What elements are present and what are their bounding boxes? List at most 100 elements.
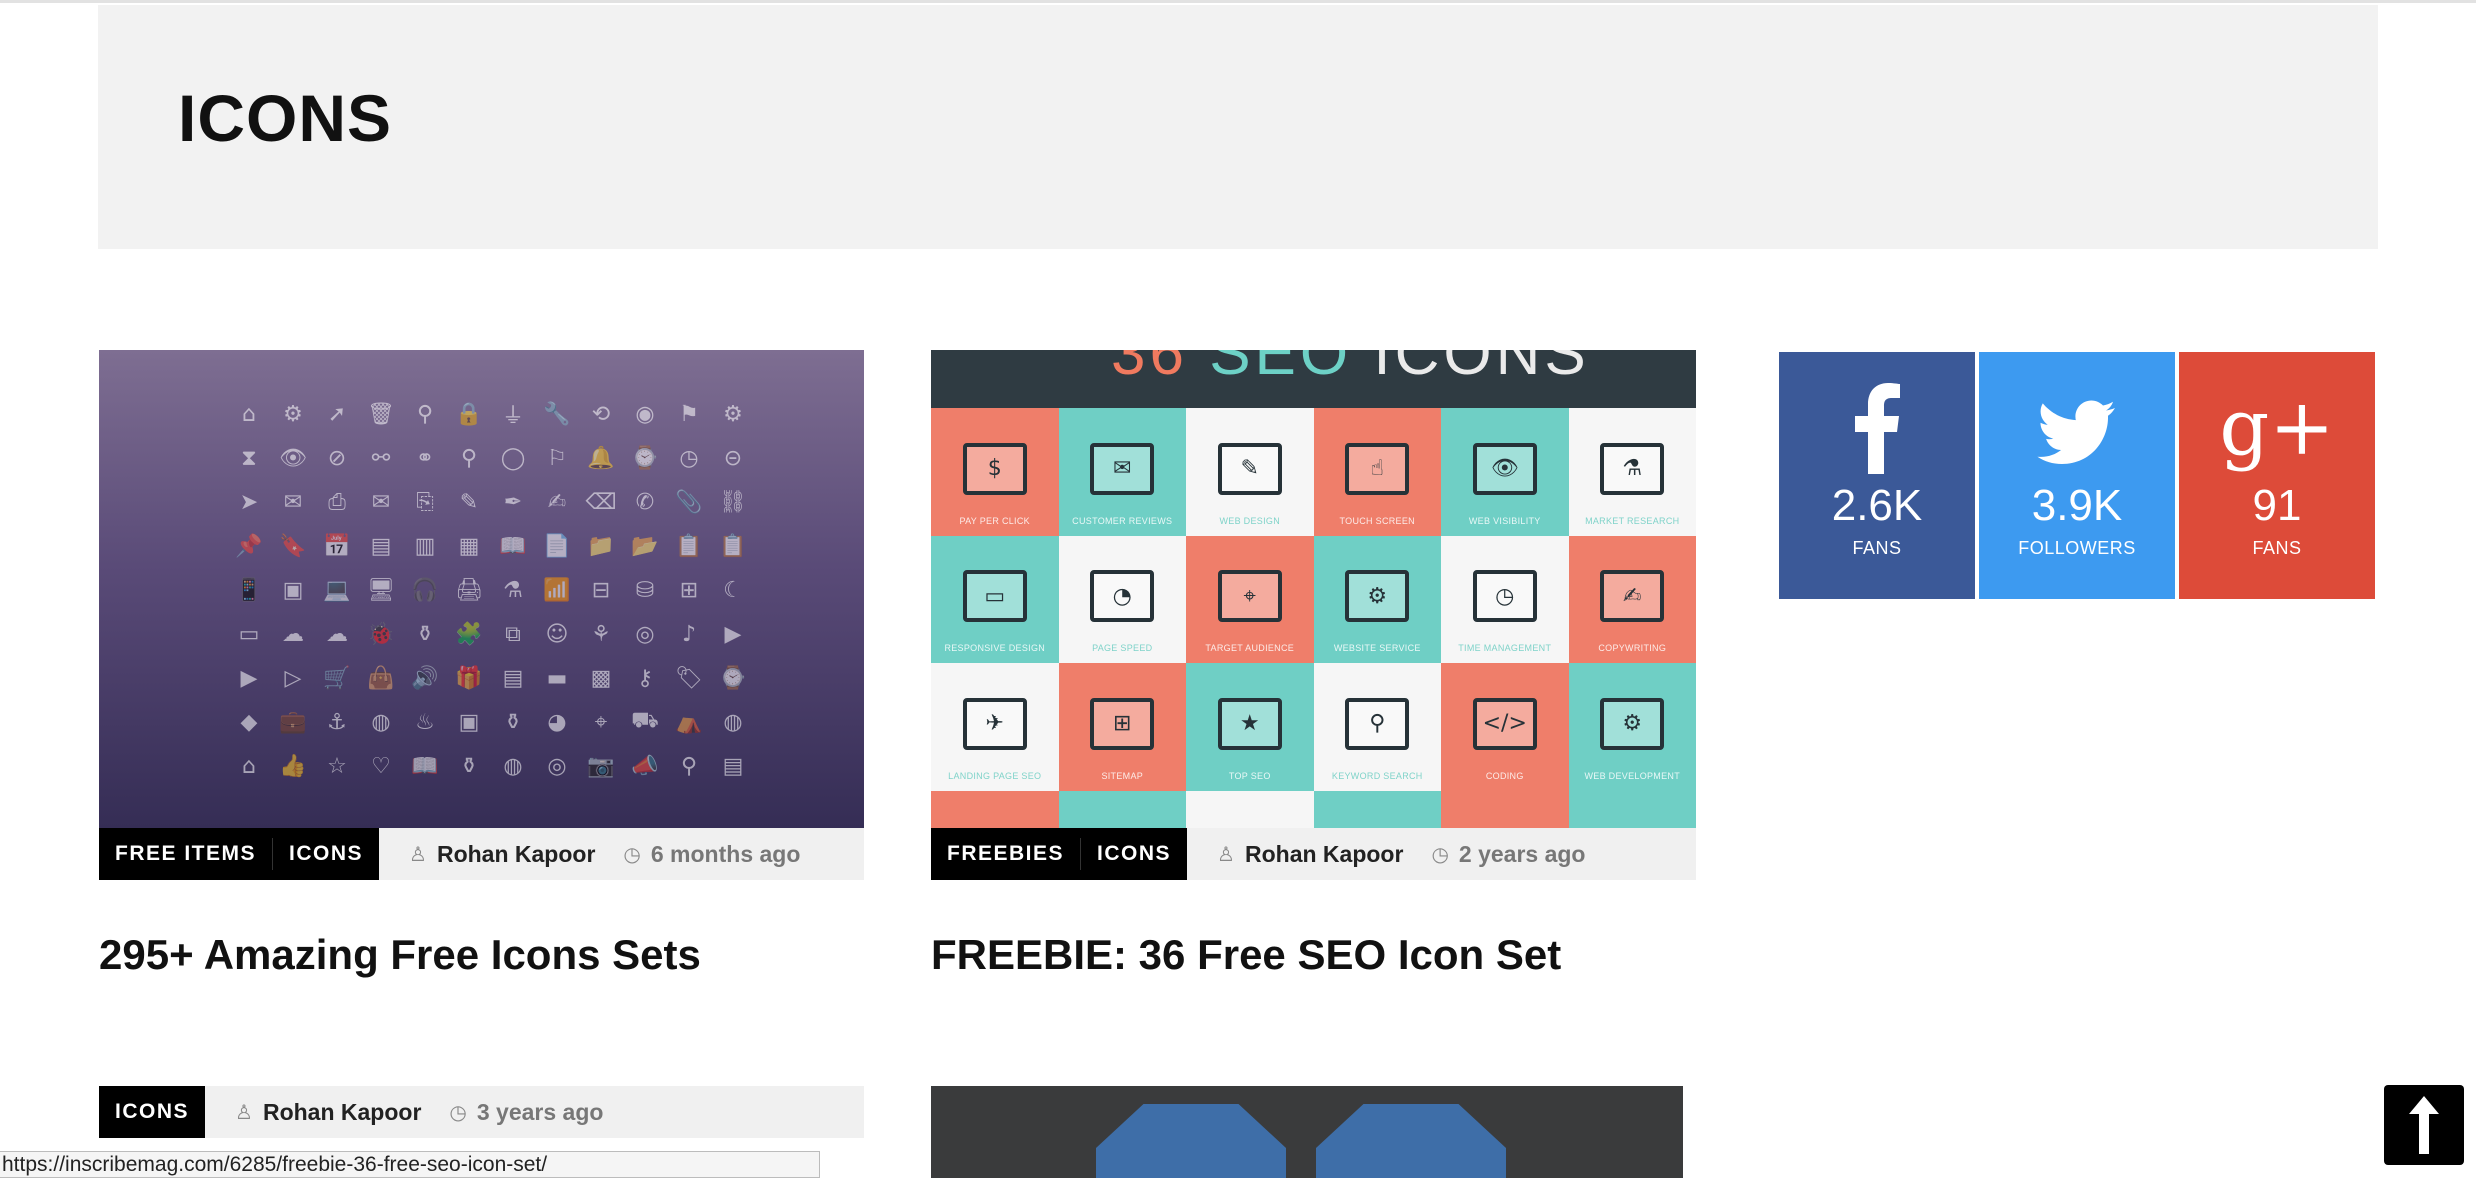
thumbnail-glyph-icon: ◯ [500,445,526,471]
post-thumbnail[interactable]: ⌂ ⚙ ➚ 🗑 ⚲ 🔒 ⏚ 🔧 ⟲ ◉ ⚑ ⚙ ⧗ 👁 ⊘ ⚯ ⚭ ⚲ ◯ ⚐ 🔔 ⌚ ◷ ⊝ ➤ ✉ ⎙ ✉ ⎘ ✎ ✒ ✍ ⌫ ✆ 📎 ⛓ 📌 🔖 📅 ▤… [99,350,864,828]
post-thumbnail[interactable]: 36 SEO ICONS $ Pay per click ✉ Customer rev… [931,350,1696,828]
post-author[interactable]: ♙ Rohan Kapoor [1217,841,1403,868]
thumbnail-glyph-icon: ⚲ [460,445,478,471]
twitter-counter[interactable]: 3.9K FOLLOWERS [1979,352,2175,599]
twitter-icon [2037,382,2117,474]
post-title[interactable]: FREEBIE: 36 Free SEO Icon Set [931,931,1696,978]
seo-tile-label: Page speed [1092,643,1153,653]
tag-freebies[interactable]: FREEBIES [931,828,1081,880]
twitter-count: 3.9K [2031,481,2123,530]
tag-icons[interactable]: ICONS [273,828,380,880]
seo-tile-label: Landing page SEO [948,770,1042,781]
tag-icons[interactable]: ICONS [1081,828,1188,880]
thumbnail-glyph-icon: ⛺ [675,709,703,735]
thumbnail-glyph-icon: ⛟ [631,708,659,733]
post-meta: FREE ITEMS ICONS ♙ Rohan Kapoor ◷ 6 mont… [99,828,864,880]
thumbnail-glyph-icon: ⚑ [679,401,699,427]
thumbnail-glyph-icon: ⌚ [631,445,659,471]
google-plus-counter[interactable]: g+ 91 FANS [2179,352,2375,599]
thumbnail-glyph-icon: ⛁ [635,577,655,603]
seo-tile: ☝ Touch screen [1313,408,1441,536]
seo-tile-icon: ☝ [1345,442,1410,495]
seo-tile: 👁 Web visibility [1441,408,1569,536]
thumbnail-glyph-icon: ✉ [371,489,391,515]
seo-tile-label: Web design [1219,515,1280,526]
tag-icons[interactable]: ICONS [99,1086,206,1138]
banner-number: 36 [1111,350,1188,388]
thumbnail-glyph-icon: 📌 [235,533,263,559]
seo-tile-icon: ✉ [1090,442,1155,495]
thumbnail-glyph-icon: ⊟ [591,577,611,603]
clock-icon: ◷ [1431,842,1449,866]
thumbnail-glyph-icon: ◕ [547,709,567,735]
seo-tile-label: Customer reviews [1072,515,1173,526]
thumbnail-glyph-icon: ◎ [635,621,655,647]
hexagon-shape [1316,1104,1506,1178]
thumbnail-glyph-icon: 📄 [543,533,571,559]
thumbnail-glyph-icon: 🖥 [367,577,395,603]
thumbnail-glyph-icon: ☁ [326,621,348,647]
facebook-icon [1854,382,1900,474]
seo-tile: ⚙ Website service [1313,535,1441,663]
thumbnail-glyph-icon: ⎙ [328,489,346,515]
thumbnail-glyph-icon: ⚙ [723,401,743,427]
seo-tile: ⚲ Keyword search [1313,663,1441,791]
thumbnail-glyph-icon: ⚱ [459,753,479,779]
thumbnail-glyph-icon: 🎧 [411,577,439,603]
post-title[interactable]: 295+ Amazing Free Icons Sets [99,931,864,978]
thumbnail-glyph-icon: ⟲ [591,401,611,427]
thumbnail-glyph-icon: 👍 [279,753,307,779]
back-to-top-button[interactable] [2384,1085,2464,1165]
thumbnail-glyph-icon: ♨ [415,709,435,735]
thumbnail-glyph-icon: ⛓ [719,489,747,515]
icon-grid: ⌂ ⚙ ➚ 🗑 ⚲ 🔒 ⏚ 🔧 ⟲ ◉ ⚑ ⚙ ⧗ 👁 ⊘ ⚯ ⚭ ⚲ ◯ ⚐ 🔔 ⌚ ◷ ⊝ ➤ ✉ ⎙ ✉ ⎘ ✎ ✒ ✍ ⌫ ✆ 📎 ⛓ 📌 🔖 📅 ▤… [227,392,755,788]
thumbnail-glyph-icon: ⌂ [242,753,256,779]
post-author[interactable]: ♙ Rohan Kapoor [235,1099,421,1126]
thumbnail-glyph-icon: ⚐ [547,445,567,471]
thumbnail-glyph-icon: ⚯ [371,445,391,471]
seo-tile-icon: ◔ [1090,570,1155,623]
facebook-counter[interactable]: 2.6K FANS [1779,352,1975,599]
thumbnail-glyph-icon: ⚲ [680,753,698,779]
thumbnail-glyph-icon: 🐞 [367,621,395,647]
post-tags: FREEBIES ICONS [931,828,1188,880]
seo-tile-icon: ✍ [1600,570,1665,623]
thumbnail-glyph-icon: ➚ [327,401,347,427]
user-icon: ♙ [409,842,427,866]
post-card: ⌂ ⚙ ➚ 🗑 ⚲ 🔒 ⏚ 🔧 ⟲ ◉ ⚑ ⚙ ⧗ 👁 ⊘ ⚯ ⚭ ⚲ ◯ ⚐ 🔔 ⌚ ◷ ⊝ ➤ ✉ ⎙ ✉ ⎘ ✎ ✒ ✍ ⌫ ✆ 📎 ⛓ 📌 🔖 📅 ▤… [99,350,864,978]
thumbnail-glyph-icon: ⚓ [327,709,347,735]
seo-tile: $ Pay per click [931,408,1059,536]
thumbnail-glyph-icon: ➤ [239,489,259,515]
seo-tile-label: Web development [1584,770,1680,781]
seo-tile-icon: ⚗ [1600,442,1665,495]
seo-tile [1313,790,1441,828]
seo-tile: ◷ Time management [1441,535,1569,663]
clock-icon: ◷ [449,1100,467,1124]
thumbnail-glyph-icon: ⎘ [416,489,434,515]
post-author[interactable]: ♙ Rohan Kapoor [409,841,595,868]
thumbnail-glyph-icon: ▬ [546,665,568,691]
thumbnail-glyph-icon: 💻 [323,577,351,603]
tag-free-items[interactable]: FREE ITEMS [99,828,273,880]
seo-tile: ⌖ Target audience [1186,535,1314,663]
post-thumbnail[interactable] [931,1086,1683,1178]
thumbnail-glyph-icon: 💼 [279,709,307,735]
thumbnail-glyph-icon: ⚭ [415,445,435,471]
seo-tile-icon: </> [1472,697,1537,750]
seo-tile-icon: ⊞ [1090,697,1155,750]
thumbnail-glyph-icon: ⊘ [327,445,347,471]
thumbnail-glyph-icon: 📖 [499,533,527,559]
seo-tile-label: Website service [1333,643,1421,653]
thumbnail-glyph-icon: ▦ [458,533,480,559]
author-name: Rohan Kapoor [1244,840,1404,867]
thumbnail-glyph-icon: 🛒 [323,665,351,691]
thumbnail-glyph-icon: ◍ [503,753,523,779]
thumbnail-glyph-icon: ☾ [723,577,743,603]
seo-tile [1441,790,1569,828]
seo-tile: ⊞ Sitemap [1058,663,1186,791]
post-meta: ICONS ♙ Rohan Kapoor ◷ 3 years ago [99,1086,864,1138]
hexagon-shape [1096,1104,1286,1178]
seo-tile-label: Sitemap [1101,770,1144,781]
post-card: 36 SEO ICONS $ Pay per click ✉ Customer rev… [931,350,1696,978]
thumbnail-glyph-icon: 📎 [675,489,703,515]
